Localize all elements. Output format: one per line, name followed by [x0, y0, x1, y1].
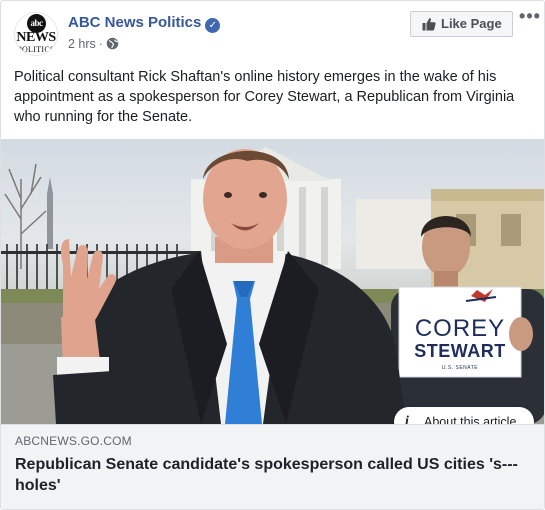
svg-text:STEWART: STEWART — [414, 341, 506, 361]
avatar-subtitle: POLITICS — [17, 45, 55, 54]
like-page-label: Like Page — [441, 16, 502, 31]
like-page-button[interactable]: Like Page — [410, 11, 513, 37]
svg-text:U.S. SENATE: U.S. SENATE — [442, 365, 478, 371]
page-name[interactable]: ABC News Politics — [68, 14, 201, 31]
avatar-word: NEWS — [16, 30, 56, 45]
post-message: Political consultant Rick Shaftan's onli… — [14, 69, 515, 125]
article-photo-illustration: COREY STEWART U.S. SENATE — [1, 147, 544, 424]
meta-separator: · — [98, 37, 103, 51]
svg-text:COREY: COREY — [415, 315, 505, 342]
news-feed-post: abc NEWS POLITICS ABC News Politics ✓ 2 h… — [0, 0, 545, 510]
more-options-button[interactable]: ••• — [518, 7, 542, 29]
timestamp[interactable]: 2 hrs — [68, 37, 96, 51]
page-name-link[interactable]: ABC News Politics ✓ — [68, 14, 221, 33]
campaign-sign: COREY STEWART U.S. SENATE — [398, 286, 522, 378]
thumbs-up-icon — [422, 18, 436, 31]
link-preview[interactable]: ABCNEWS.GO.COM Republican Senate candida… — [1, 424, 544, 509]
link-domain: ABCNEWS.GO.COM — [15, 434, 132, 448]
page-avatar[interactable]: abc NEWS POLITICS — [14, 12, 58, 56]
post-meta: 2 hrs · — [68, 36, 119, 54]
globe-icon[interactable] — [106, 37, 119, 54]
link-headline[interactable]: Republican Senate candidate's spokespers… — [15, 454, 530, 496]
article-photo[interactable]: COREY STEWART U.S. SENATE — [1, 139, 544, 424]
post-header: abc NEWS POLITICS ABC News Politics ✓ 2 h… — [1, 1, 544, 63]
verified-check-icon: ✓ — [205, 18, 221, 33]
